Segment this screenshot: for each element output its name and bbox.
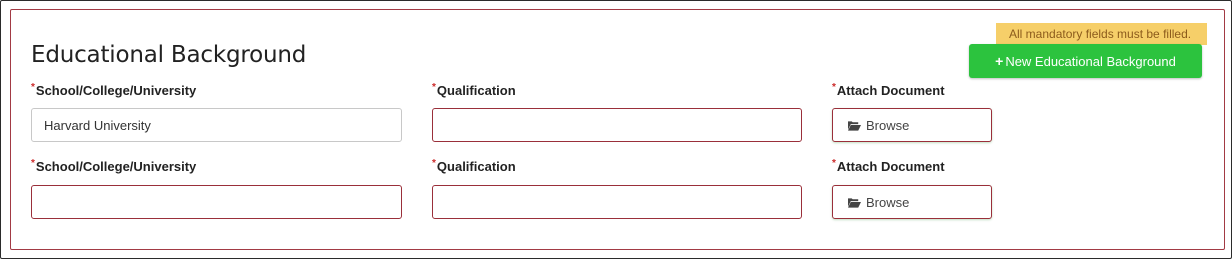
- school-input-row-2[interactable]: [31, 185, 402, 219]
- folder-open-icon: [848, 120, 861, 131]
- required-marker: *: [432, 158, 436, 169]
- folder-open-icon: [848, 197, 861, 208]
- attach-label-row-1: *Attach Document: [832, 82, 945, 98]
- section-title: Educational Background: [31, 42, 307, 68]
- qualification-input-row-2[interactable]: [432, 185, 802, 219]
- browse-button-row-1[interactable]: Browse: [832, 108, 992, 142]
- plus-icon: +: [995, 53, 1004, 69]
- browse-label: Browse: [866, 194, 910, 210]
- qualification-label-row-1: *Qualification: [432, 82, 516, 98]
- qualification-label-row-2: *Qualification: [432, 158, 516, 174]
- attach-label-row-2: *Attach Document: [832, 158, 945, 174]
- required-marker: *: [31, 82, 35, 93]
- new-button-label: New Educational Background: [1005, 53, 1176, 69]
- school-label-row-2: *School/College/University: [31, 158, 197, 174]
- school-label-row-1: *School/College/University: [31, 82, 197, 98]
- required-marker: *: [432, 82, 436, 93]
- required-marker: *: [832, 82, 836, 93]
- browse-label: Browse: [866, 117, 910, 133]
- required-marker: *: [832, 158, 836, 169]
- mandatory-fields-alert: All mandatory fields must be filled.: [996, 23, 1207, 45]
- new-educational-background-button[interactable]: + New Educational Background: [969, 44, 1202, 78]
- qualification-input-row-1[interactable]: [432, 108, 802, 142]
- browse-button-row-2[interactable]: Browse: [832, 185, 992, 219]
- required-marker: *: [31, 158, 35, 169]
- school-input-row-1[interactable]: [31, 108, 402, 142]
